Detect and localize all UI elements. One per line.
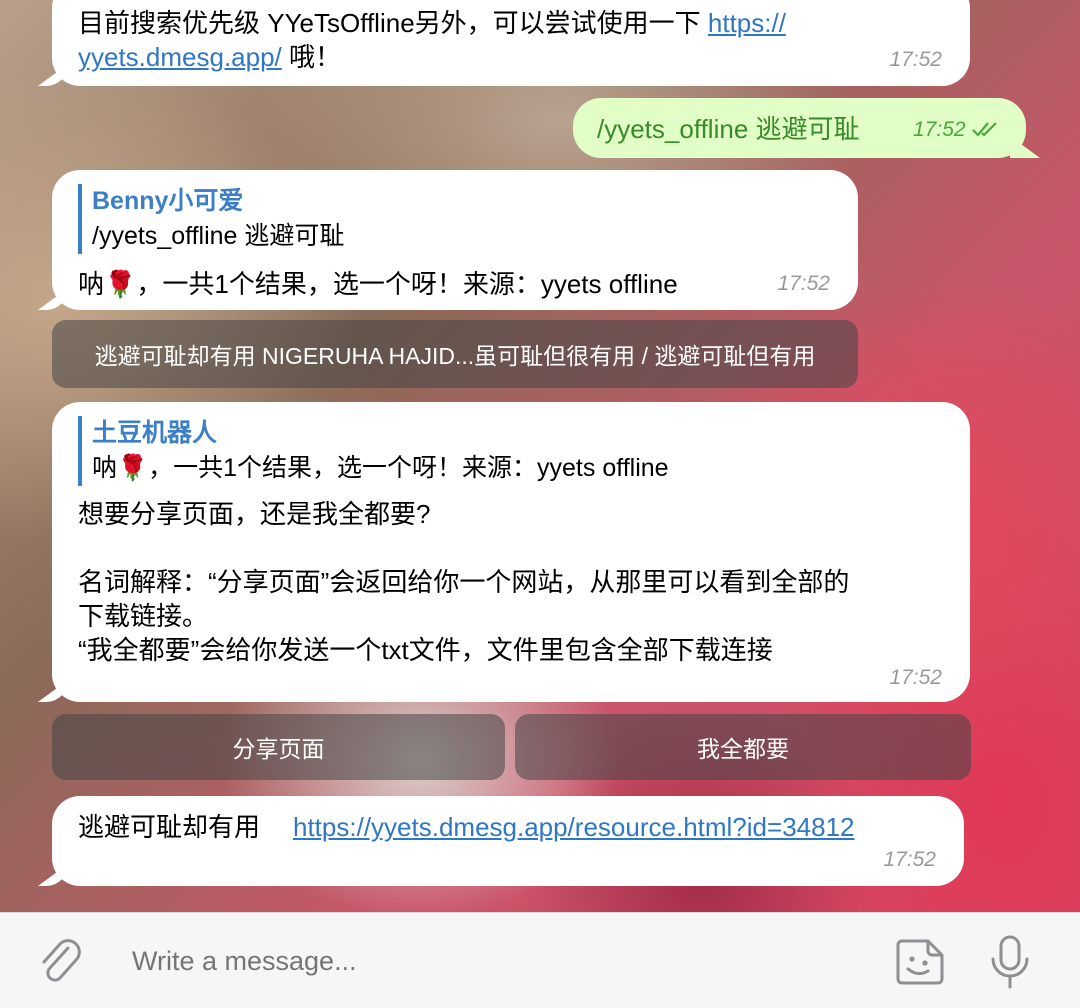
message-text: 想要分享页面，还是我全都要? <box>78 499 431 529</box>
message-text: 目前搜索优先级 YYeTsOffline另外，可以尝试使用一下 <box>78 8 701 38</box>
get-all-button[interactable]: 我全都要 <box>515 714 971 780</box>
reply-text: /yyets_offline 逃避可耻 <box>92 222 345 250</box>
message-time: 17:52 <box>883 848 936 871</box>
button-label: 逃避可耻却有用 NIGERUHA HAJID...虽可耻但很有用 / 逃避可耻但… <box>94 343 816 369</box>
inline-keyboard-button[interactable]: 逃避可耻却有用 NIGERUHA HAJID...虽可耻但很有用 / 逃避可耻但… <box>52 320 858 388</box>
reply-text: 呐🌹，一共1个结果，选一个呀！来源：yyets offline <box>92 454 669 482</box>
sticker-icon[interactable] <box>892 935 948 994</box>
message-link[interactable]: https://yyets.dmesg.app/resource.html?id… <box>293 810 855 844</box>
reply-author: 土豆机器人 <box>92 419 218 447</box>
message-time: 17:52 <box>913 118 966 141</box>
message-text: 下载链接。 <box>78 601 209 631</box>
double-check-icon <box>971 120 1001 143</box>
message-time: 17:52 <box>889 666 942 689</box>
message-text: /yyets_offline 逃避可耻 <box>597 114 860 144</box>
message-composer <box>0 912 1080 1008</box>
incoming-message[interactable]: 目前搜索优先级 YYeTsOffline另外，可以尝试使用一下 https://… <box>52 0 970 86</box>
message-text: “我全都要”会给你发送一个txt文件，文件里包含全部下载连接 <box>78 635 773 665</box>
incoming-message[interactable]: 逃避可耻却有用 https://yyets.dmesg.app/resource… <box>52 796 964 886</box>
reply-preview[interactable]: 土豆机器人 呐🌹，一共1个结果，选一个呀！来源：yyets offline <box>78 416 669 486</box>
message-time: 17:52 <box>889 48 942 71</box>
paperclip-icon[interactable] <box>38 938 84 993</box>
button-label: 分享页面 <box>232 736 325 762</box>
outgoing-message[interactable]: /yyets_offline 逃避可耻 17:52 <box>573 98 1026 158</box>
message-text: 名词解释：“分享页面”会返回给你一个网站，从那里可以看到全部的 <box>78 567 850 597</box>
reply-preview[interactable]: Benny小可爱 /yyets_offline 逃避可耻 <box>78 184 344 254</box>
message-input[interactable] <box>120 937 884 985</box>
incoming-message[interactable]: Benny小可爱 /yyets_offline 逃避可耻 呐🌹，一共1个结果，选… <box>52 170 858 310</box>
incoming-message[interactable]: 土豆机器人 呐🌹，一共1个结果，选一个呀！来源：yyets offline 想要… <box>52 402 970 702</box>
message-link[interactable]: https:// <box>708 8 786 38</box>
button-label: 我全都要 <box>697 736 789 762</box>
message-link[interactable]: yyets.dmesg.app/ <box>78 42 282 72</box>
message-text: 逃避可耻却有用 <box>78 812 261 842</box>
message-text: 呐🌹，一共1个结果，选一个呀！来源：yyets offline <box>78 269 678 299</box>
microphone-icon[interactable] <box>988 933 1032 998</box>
message-time: 17:52 <box>777 272 830 295</box>
reply-author: Benny小可爱 <box>92 187 244 215</box>
message-text: 哦！ <box>289 42 342 72</box>
share-page-button[interactable]: 分享页面 <box>52 714 505 780</box>
